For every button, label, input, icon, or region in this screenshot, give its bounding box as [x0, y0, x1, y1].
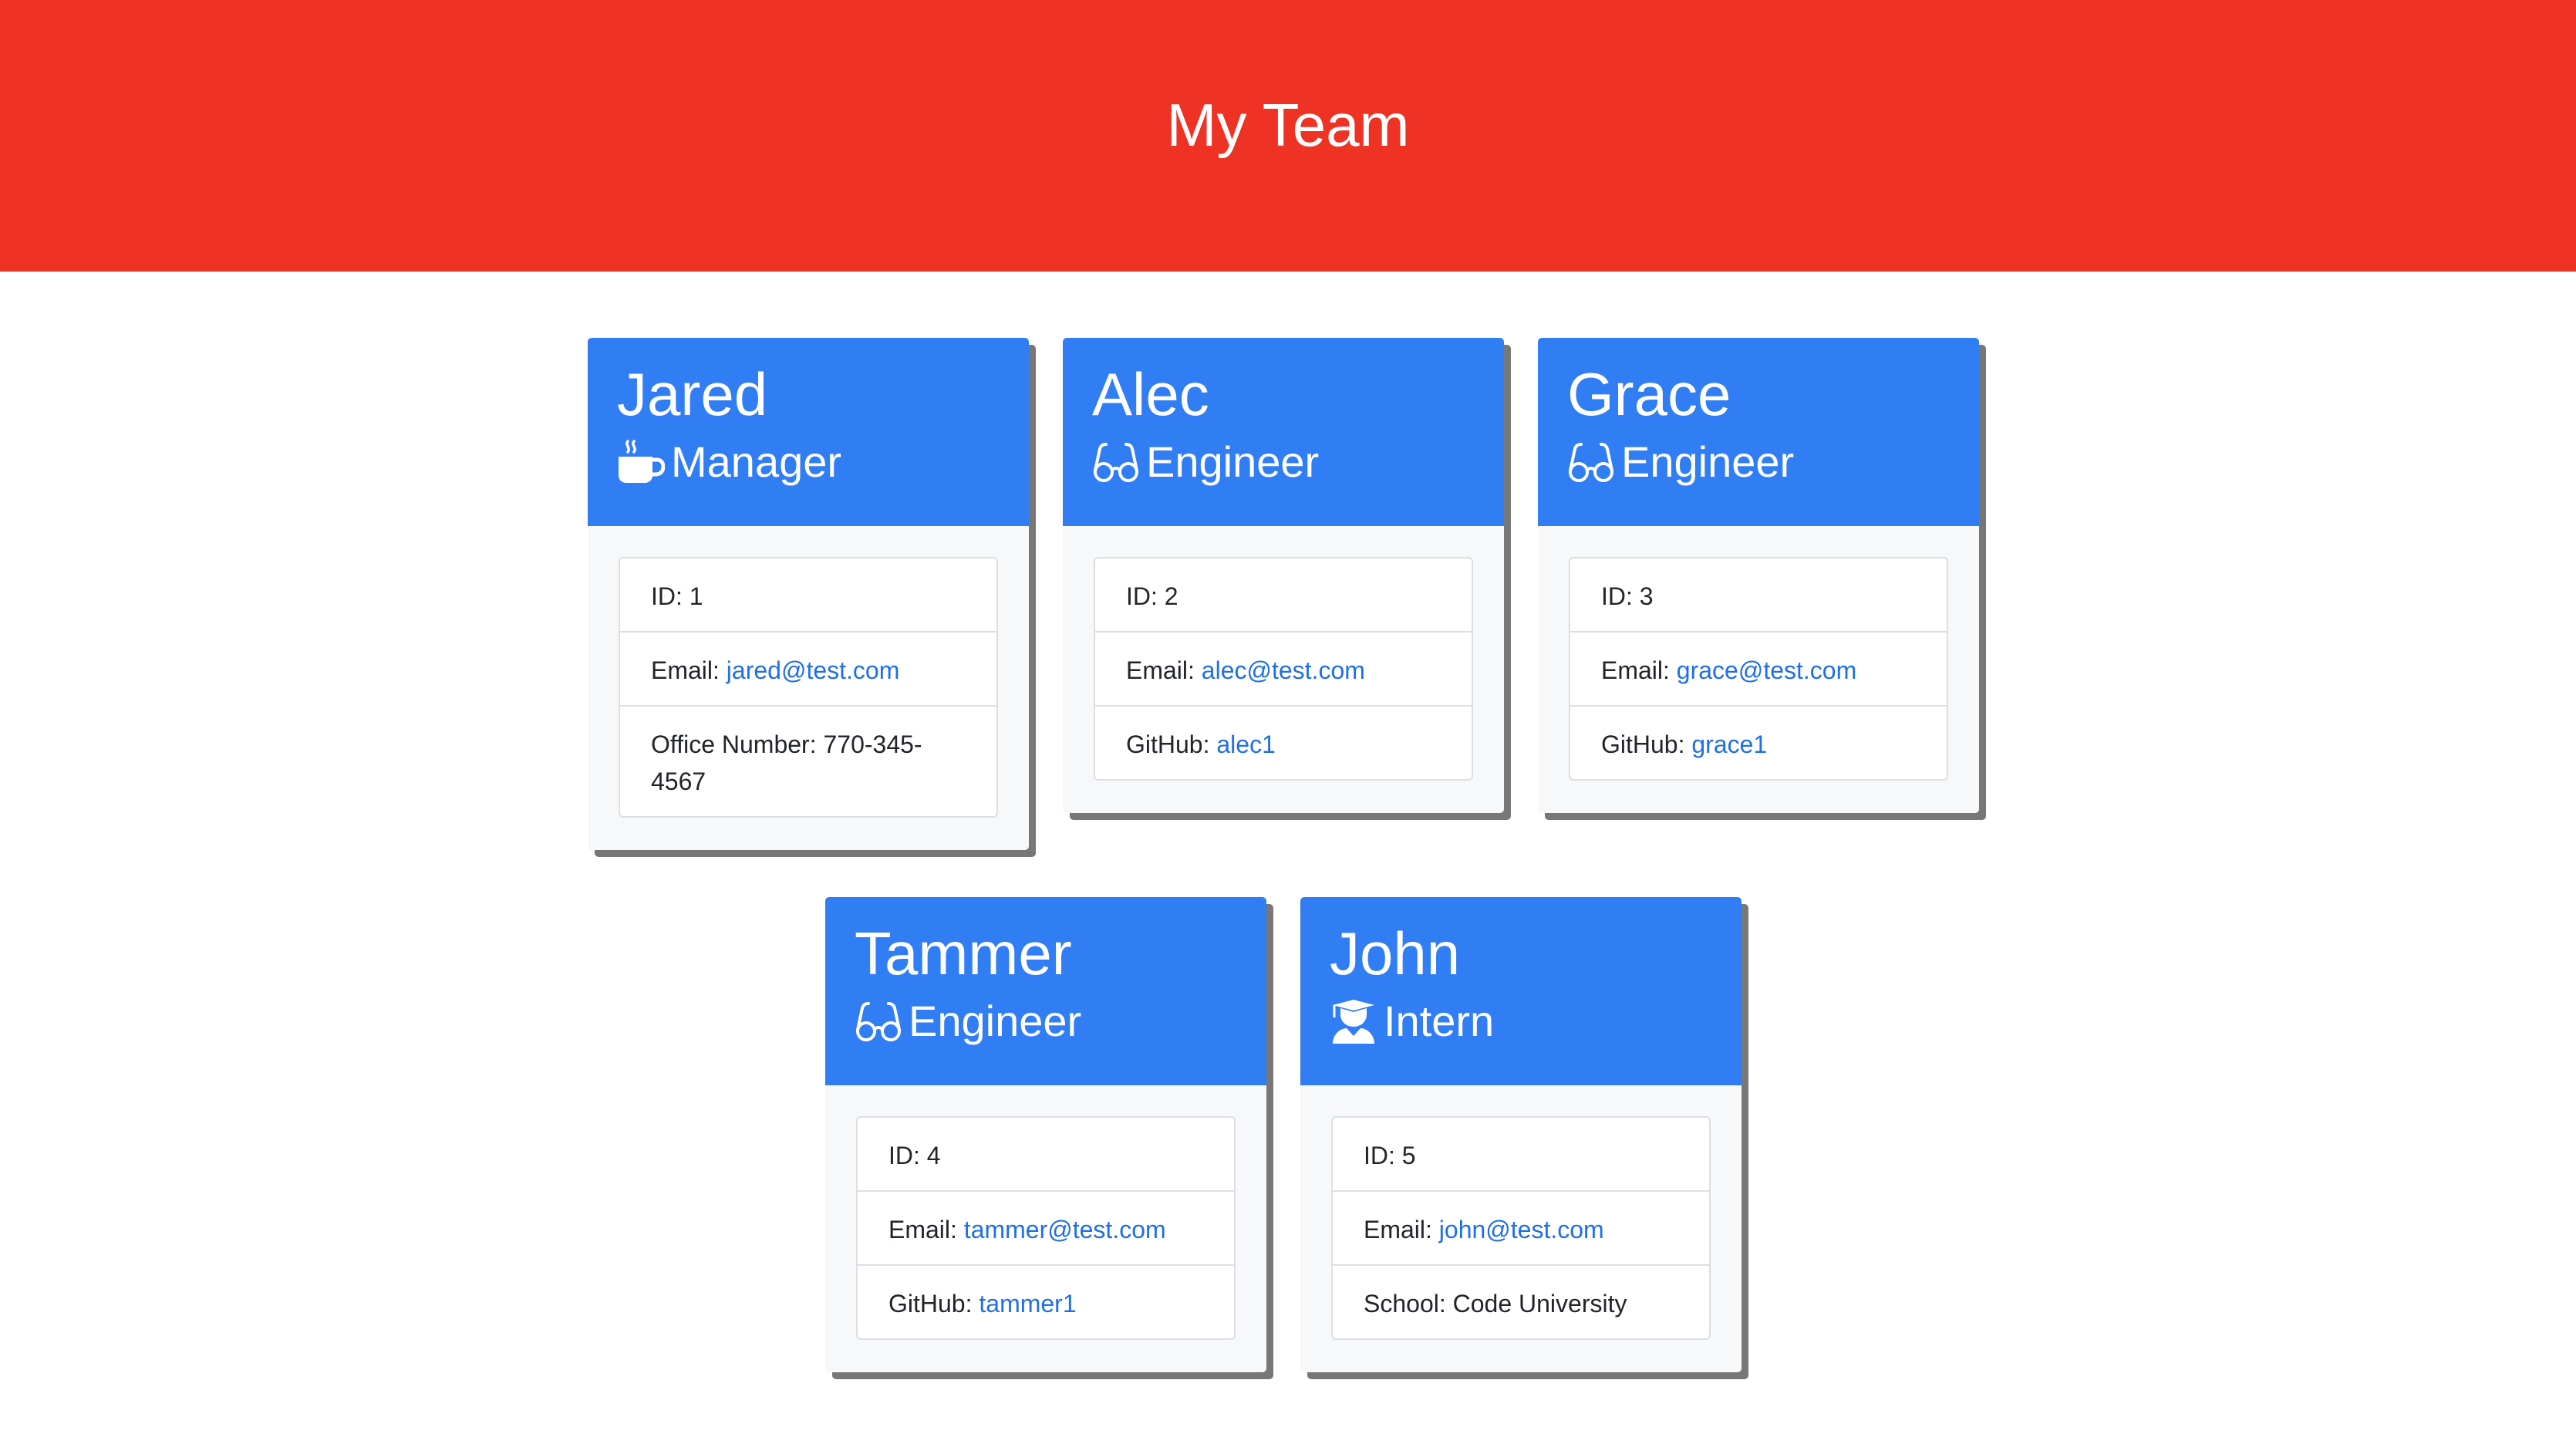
- school-value: Code University: [1452, 1290, 1627, 1317]
- info-list: ID: 4 Email: tammer@test.com GitHub: tam…: [856, 1116, 1236, 1340]
- school-item: School: Code University: [1333, 1264, 1709, 1338]
- info-list: ID: 2 Email: alec@test.com GitHub: alec1: [1094, 557, 1473, 781]
- id-item: ID: 5: [1364, 1142, 1416, 1169]
- employee-name: Alec: [1092, 360, 1209, 428]
- team-card: Tammer Engineer ID: 4 Email: tammer@test…: [825, 897, 1266, 1372]
- card-header: Jared Manager: [588, 338, 1029, 526]
- employee-name: Grace: [1567, 360, 1731, 428]
- employee-role: Engineer: [855, 999, 1266, 1044]
- team-card: Jared Manager ID: 1 Email: jared@test.co…: [588, 338, 1029, 850]
- github-item: GitHub: grace1: [1570, 705, 1947, 779]
- employee-role: Manager: [617, 440, 1029, 484]
- page-header: My Team: [0, 0, 2576, 272]
- email-link[interactable]: alec@test.com: [1202, 656, 1365, 684]
- email-item: Email: alec@test.com: [1095, 631, 1472, 705]
- team-card: Alec Engineer ID: 2 Email: alec@test.com…: [1063, 338, 1504, 813]
- info-list: ID: 1 Email: jared@test.com Office Numbe…: [619, 557, 998, 818]
- info-list: ID: 3 Email: grace@test.com GitHub: grac…: [1569, 557, 1948, 781]
- office-number-item: Office Number: 770-345-4567: [620, 705, 996, 816]
- email-link[interactable]: john@test.com: [1439, 1216, 1604, 1243]
- id-item: ID: 4: [888, 1142, 941, 1169]
- card-body: ID: 4 Email: tammer@test.com GitHub: tam…: [825, 1085, 1266, 1372]
- employee-role: Engineer: [1567, 440, 1979, 484]
- card-body: ID: 1 Email: jared@test.com Office Numbe…: [588, 526, 1029, 850]
- card-body: ID: 5 Email: john@test.com School: Code …: [1300, 1085, 1741, 1372]
- team-card: Grace Engineer ID: 3 Email: grace@test.c…: [1538, 338, 1979, 813]
- github-link[interactable]: alec1: [1216, 730, 1276, 758]
- employee-role: Intern: [1330, 999, 1741, 1044]
- github-link[interactable]: tammer1: [979, 1290, 1076, 1317]
- email-link[interactable]: jared@test.com: [727, 656, 900, 684]
- card-body: ID: 3 Email: grace@test.com GitHub: grac…: [1538, 526, 1979, 813]
- team-card: John Intern ID: 5 Email: john@test.com S…: [1300, 897, 1741, 1372]
- graduate-icon: [1333, 1000, 1374, 1044]
- id-item: ID: 3: [1601, 582, 1654, 610]
- email-item: Email: tammer@test.com: [858, 1190, 1234, 1264]
- card-header: John Intern: [1300, 897, 1741, 1085]
- glasses-icon: [856, 1002, 901, 1041]
- email-item: Email: grace@test.com: [1570, 631, 1947, 705]
- employee-name: John: [1330, 919, 1461, 987]
- employee-name: Tammer: [855, 919, 1072, 987]
- mug-icon: [619, 440, 665, 483]
- id-item: ID: 1: [651, 582, 703, 610]
- glasses-icon: [1569, 443, 1613, 482]
- glasses-icon: [1094, 443, 1138, 482]
- info-list: ID: 5 Email: john@test.com School: Code …: [1331, 1116, 1711, 1340]
- email-link[interactable]: tammer@test.com: [964, 1216, 1166, 1243]
- email-item: Email: jared@test.com: [620, 631, 996, 705]
- email-item: Email: john@test.com: [1333, 1190, 1709, 1264]
- card-header: Grace Engineer: [1538, 338, 1979, 526]
- id-item: ID: 2: [1126, 582, 1178, 610]
- employee-role: Engineer: [1092, 440, 1504, 484]
- card-header: Alec Engineer: [1063, 338, 1504, 526]
- employee-name: Jared: [617, 360, 768, 428]
- page-title: My Team: [1166, 91, 1410, 159]
- card-header: Tammer Engineer: [825, 897, 1266, 1085]
- github-item: GitHub: alec1: [1095, 705, 1472, 779]
- card-body: ID: 2 Email: alec@test.com GitHub: alec1: [1063, 526, 1504, 813]
- github-link[interactable]: grace1: [1691, 730, 1767, 758]
- github-item: GitHub: tammer1: [858, 1264, 1234, 1338]
- email-link[interactable]: grace@test.com: [1677, 656, 1856, 684]
